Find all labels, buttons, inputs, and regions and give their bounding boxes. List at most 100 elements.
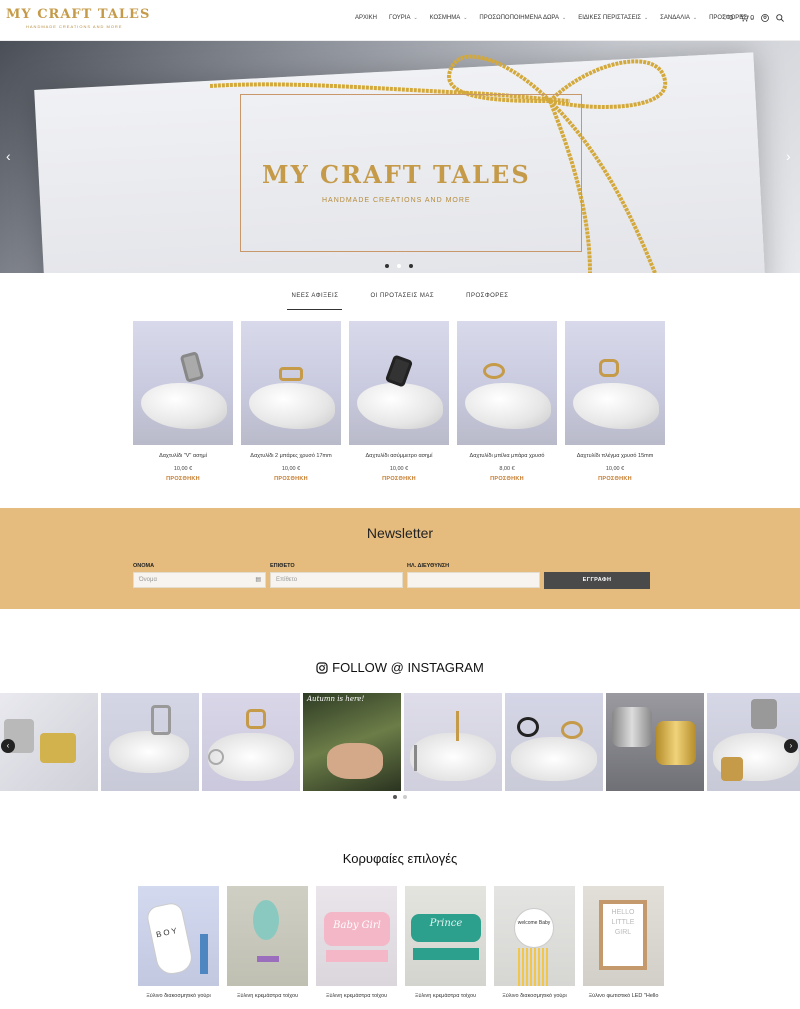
product-image[interactable]: BOY	[138, 886, 219, 986]
nav-item-personalized-gifts[interactable]: ΠΡΟΣΩΠΟΠΟΙΗΜΕΝΑ ΔΩΡΑ ⌄	[479, 15, 566, 21]
product-card[interactable]: welcome Baby Ξύλινο διακοσμητικό γούρι	[494, 886, 575, 999]
nav-item-jewelry[interactable]: ΚΟΣΜΗΜΑ ⌄	[430, 15, 468, 21]
tab-our-suggestions[interactable]: ΟΙ ΠΡΟΤΑΣΕΙΣ ΜΑΣ	[366, 293, 438, 310]
instagram-title: FOLLOW @ INSTAGRAM	[332, 660, 484, 675]
subscribe-button[interactable]: ΕΓΓΡΑΦΗ	[544, 572, 650, 589]
carousel-dot-active[interactable]	[393, 795, 397, 799]
instagram-post[interactable]: Autumn is here!	[303, 693, 401, 791]
add-to-cart-button[interactable]: ΠΡΟΣΘΗΚΗ	[133, 476, 233, 482]
nav-item-sandals[interactable]: ΣΑΝΔΑΛΙΑ ⌄	[660, 15, 697, 21]
product-name[interactable]: Δαχτυλίδι ασύμμετρο ασημί	[349, 453, 449, 459]
product-card[interactable]: Baby Girl Ξύλινη κρεμάστρα τοίχου	[316, 886, 397, 999]
cart-icon	[740, 14, 749, 22]
product-image[interactable]	[349, 321, 449, 445]
instagram-post[interactable]	[404, 693, 502, 791]
decor-text: Prince	[429, 918, 463, 929]
product-name[interactable]: Δαχτυλίδι "V" ασημί	[133, 453, 233, 459]
wishlist-button[interactable]: ♡ 0	[722, 14, 733, 23]
instagram-prev-button[interactable]: ‹	[1, 739, 15, 753]
slider-prev-button[interactable]: ‹	[6, 148, 11, 164]
instagram-post[interactable]	[101, 693, 199, 791]
slider-dot[interactable]	[409, 264, 413, 268]
instagram-post[interactable]	[505, 693, 603, 791]
product-name[interactable]: Ξύλινο διακοσμητικό γούρι	[494, 993, 575, 999]
product-card[interactable]: Δαχτυλίδι πλέγμα χρυσό 15mm 10,00 € ΠΡΟΣ…	[565, 321, 665, 482]
last-name-input[interactable]: Επίθετο	[270, 572, 403, 588]
product-name[interactable]: Ξύλινη κρεμάστρα τοίχου	[227, 993, 308, 999]
product-image[interactable]	[565, 321, 665, 445]
product-name[interactable]: Δαχτυλίδι μπίλια μπάρα χρυσό	[457, 453, 557, 459]
nav-label: ΕΙΔΙΚΕΣ ΠΕΡΙΣΤΑΣΕΙΣ	[578, 15, 641, 21]
instagram-post[interactable]	[0, 693, 98, 791]
product-image[interactable]	[227, 886, 308, 986]
first-name-input[interactable]: Όνομα ▤	[133, 572, 266, 588]
product-name[interactable]: Ξύλινη κρεμάστρα τοίχου	[316, 993, 397, 999]
nav-item-charms[interactable]: ΓΟΥΡΙΑ ⌄	[389, 15, 418, 21]
first-name-label: ΟΝΟΜΑ	[133, 563, 155, 569]
nav-item-special-occasions[interactable]: ΕΙΔΙΚΕΣ ΠΕΡΙΣΤΑΣΕΙΣ ⌄	[578, 15, 648, 21]
decor-text: welcome Baby	[517, 920, 551, 926]
decor-text: HELLO LITTLE GIRL	[611, 909, 635, 936]
chevron-left-icon: ‹	[6, 148, 11, 164]
nav-label: ΓΟΥΡΙΑ	[389, 15, 411, 21]
search-button[interactable]	[776, 14, 785, 22]
chevron-down-icon: ⌄	[692, 15, 698, 21]
cart-button[interactable]: 0	[740, 14, 754, 22]
product-price: 10,00 €	[281, 466, 301, 472]
last-name-label: ΕΠΙΘΕΤΟ	[270, 563, 295, 569]
product-name[interactable]: Δαχτυλίδι 2 μπάρες χρυσό 17mm	[241, 453, 341, 459]
site-logo[interactable]: MY CRAFT TALES HANDMADE CREATIONS AND MO…	[6, 7, 150, 29]
post-caption: Autumn is here!	[307, 695, 365, 703]
product-image[interactable]: Prince	[405, 886, 486, 986]
product-name[interactable]: Ξύλινη κρεμάστρα τοίχου	[405, 993, 486, 999]
nav-item-home[interactable]: ΑΡΧΙΚΗ	[355, 15, 377, 21]
product-card[interactable]: Δαχτυλίδι "V" ασημί 10,00 € ΠΡΟΣΘΗΚΗ	[133, 321, 233, 482]
product-image[interactable]: HELLO LITTLE GIRL	[583, 886, 664, 986]
chevron-down-icon: ⌄	[463, 15, 468, 21]
product-image[interactable]	[241, 321, 341, 445]
product-name[interactable]: Δαχτυλίδι πλέγμα χρυσό 15mm	[565, 453, 665, 459]
product-card[interactable]: Ξύλινη κρεμάστρα τοίχου	[227, 886, 308, 999]
main-nav: ΑΡΧΙΚΗ ΓΟΥΡΙΑ ⌄ ΚΟΣΜΗΜΑ ⌄ ΠΡΟΣΩΠΟΠΟΙΗΜΕΝΑ …	[355, 15, 766, 21]
product-image[interactable]	[133, 321, 233, 445]
product-name[interactable]: Ξύλινο φωτιστικό LED "Hello	[583, 993, 664, 999]
product-image[interactable]: Baby Girl	[316, 886, 397, 986]
hero-title: MY CRAFT TALES	[262, 160, 531, 189]
product-price: 10,00 €	[605, 466, 625, 472]
chevron-down-icon: ⌄	[413, 15, 418, 21]
instagram-next-button[interactable]: ›	[784, 739, 798, 753]
add-to-cart-button[interactable]: ΠΡΟΣΘΗΚΗ	[565, 476, 665, 482]
instagram-post[interactable]	[606, 693, 704, 791]
logo-subtitle: HANDMADE CREATIONS AND MORE	[26, 24, 123, 29]
add-to-cart-button[interactable]: ΠΡΟΣΘΗΚΗ	[241, 476, 341, 482]
slider-next-button[interactable]: ›	[786, 148, 791, 164]
product-card[interactable]: Δαχτυλίδι ασύμμετρο ασημί 10,00 € ΠΡΟΣΘΗ…	[349, 321, 449, 482]
heart-icon: ♡	[722, 15, 729, 22]
account-button[interactable]	[761, 14, 769, 22]
product-card[interactable]: HELLO LITTLE GIRL Ξύλινο φωτιστικό LED "…	[583, 886, 664, 999]
add-to-cart-button[interactable]: ΠΡΟΣΘΗΚΗ	[349, 476, 449, 482]
product-price: 8,00 €	[499, 466, 515, 472]
slider-dot-active[interactable]	[397, 264, 401, 268]
last-name-placeholder: Επίθετο	[276, 577, 298, 583]
product-image[interactable]: welcome Baby	[494, 886, 575, 986]
logo-title: MY CRAFT TALES	[6, 7, 151, 22]
newsletter-section: Newsletter ΟΝΟΜΑ Όνομα ▤ ΕΠΙΘΕΤΟ Επίθετο…	[0, 508, 800, 609]
product-card[interactable]: Prince Ξύλινη κρεμάστρα τοίχου	[405, 886, 486, 999]
slider-dot[interactable]	[385, 264, 389, 268]
carousel-dot[interactable]	[403, 795, 407, 799]
instagram-post[interactable]	[202, 693, 300, 791]
product-name[interactable]: Ξύλινο διακοσμητικό γούρι	[138, 993, 219, 999]
product-card[interactable]: Δαχτυλίδι μπίλια μπάρα χρυσό 8,00 € ΠΡΟΣ…	[457, 321, 557, 482]
tab-new-arrivals[interactable]: ΝΕΕΣ ΑΦΙΞΕΙΣ	[287, 293, 343, 310]
newsletter-title: Newsletter	[366, 525, 434, 541]
tab-offers[interactable]: ΠΡΟΣΦΟΡΕΣ	[462, 293, 512, 310]
top-picks-grid: BOY Ξύλινο διακοσμητικό γούρι Ξύλινη κρε…	[138, 886, 664, 999]
email-input[interactable]	[407, 572, 540, 588]
cart-count: 0	[750, 14, 755, 22]
product-image[interactable]	[457, 321, 557, 445]
instagram-icon	[316, 661, 328, 674]
add-to-cart-button[interactable]: ΠΡΟΣΘΗΚΗ	[457, 476, 557, 482]
product-card[interactable]: Δαχτυλίδι 2 μπάρες χρυσό 17mm 10,00 € ΠΡ…	[241, 321, 341, 482]
product-card[interactable]: BOY Ξύλινο διακοσμητικό γούρι	[138, 886, 219, 999]
